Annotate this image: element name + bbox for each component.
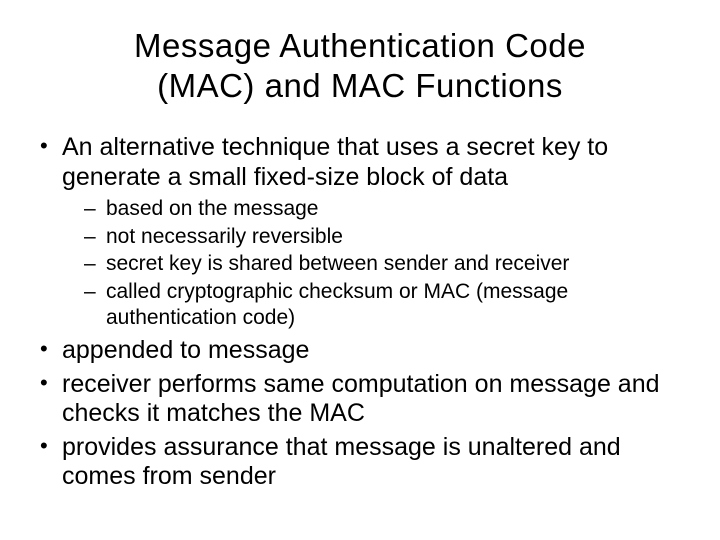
sub-bullet-item: not necessarily reversible <box>84 224 686 250</box>
bullet-list: An alternative technique that uses a sec… <box>30 133 690 492</box>
sub-bullet-text: called cryptographic checksum or MAC (me… <box>106 280 568 329</box>
sub-bullet-text: based on the message <box>106 197 318 220</box>
bullet-item: An alternative technique that uses a sec… <box>34 133 686 330</box>
bullet-item: provides assurance that message is unalt… <box>34 433 686 492</box>
sub-bullet-list: based on the message not necessarily rev… <box>62 196 686 330</box>
bullet-item: appended to message <box>34 336 686 366</box>
bullet-text: appended to message <box>62 336 309 364</box>
sub-bullet-text: secret key is shared between sender and … <box>106 252 569 275</box>
sub-bullet-item: called cryptographic checksum or MAC (me… <box>84 279 686 330</box>
title-line-1: Message Authentication Code <box>134 27 586 64</box>
sub-bullet-item: secret key is shared between sender and … <box>84 251 686 277</box>
sub-bullet-text: not necessarily reversible <box>106 225 343 248</box>
slide-title: Message Authentication Code (MAC) and MA… <box>70 26 650 105</box>
title-line-2: (MAC) and MAC Functions <box>157 67 563 104</box>
bullet-text: receiver performs same computation on me… <box>62 370 660 428</box>
bullet-text: provides assurance that message is unalt… <box>62 433 621 491</box>
bullet-item: receiver performs same computation on me… <box>34 370 686 429</box>
bullet-text: An alternative technique that uses a sec… <box>62 133 608 191</box>
slide: Message Authentication Code (MAC) and MA… <box>0 0 720 540</box>
sub-bullet-item: based on the message <box>84 196 686 222</box>
